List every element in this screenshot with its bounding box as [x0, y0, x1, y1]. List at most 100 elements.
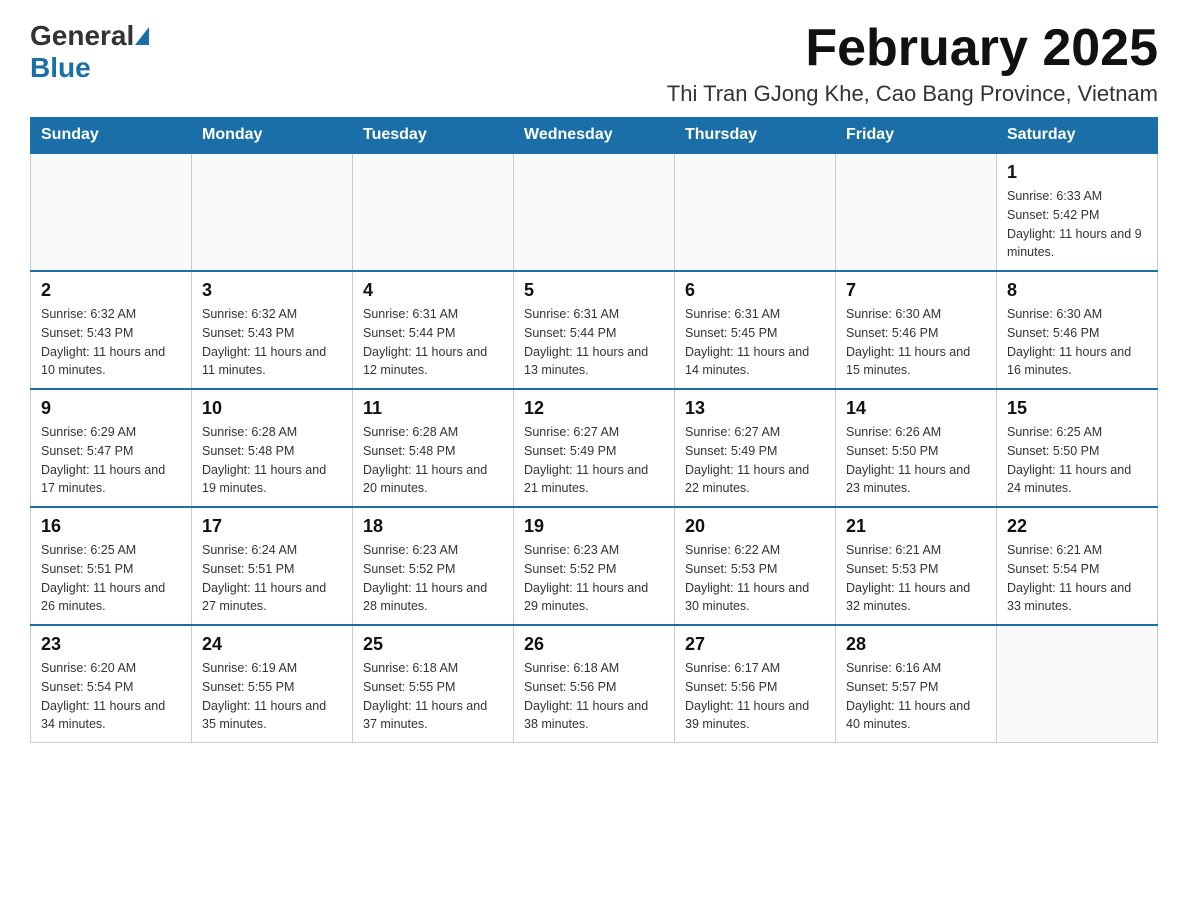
calendar-table: SundayMondayTuesdayWednesdayThursdayFrid…: [30, 117, 1158, 743]
header: General Blue February 2025 Thi Tran GJon…: [30, 20, 1158, 107]
day-number: 2: [41, 280, 181, 301]
day-info: Sunrise: 6:27 AMSunset: 5:49 PMDaylight:…: [685, 423, 825, 498]
day-number: 7: [846, 280, 986, 301]
week-row-3: 9 Sunrise: 6:29 AMSunset: 5:47 PMDaylight…: [31, 389, 1158, 507]
calendar-cell: 27 Sunrise: 6:17 AMSunset: 5:56 PMDayligh…: [675, 625, 836, 743]
week-row-5: 23 Sunrise: 6:20 AMSunset: 5:54 PMDayligh…: [31, 625, 1158, 743]
calendar-cell: 18 Sunrise: 6:23 AMSunset: 5:52 PMDayligh…: [353, 507, 514, 625]
day-number: 20: [685, 516, 825, 537]
day-number: 26: [524, 634, 664, 655]
day-info: Sunrise: 6:29 AMSunset: 5:47 PMDaylight:…: [41, 423, 181, 498]
calendar-cell: [997, 625, 1158, 743]
day-number: 16: [41, 516, 181, 537]
weekday-header-tuesday: Tuesday: [353, 118, 514, 154]
day-info: Sunrise: 6:32 AMSunset: 5:43 PMDaylight:…: [202, 305, 342, 380]
day-info: Sunrise: 6:24 AMSunset: 5:51 PMDaylight:…: [202, 541, 342, 616]
weekday-header-sunday: Sunday: [31, 118, 192, 154]
day-number: 22: [1007, 516, 1147, 537]
calendar-cell: [514, 153, 675, 271]
day-info: Sunrise: 6:21 AMSunset: 5:53 PMDaylight:…: [846, 541, 986, 616]
subtitle: Thi Tran GJong Khe, Cao Bang Province, V…: [667, 81, 1158, 107]
day-number: 11: [363, 398, 503, 419]
day-info: Sunrise: 6:23 AMSunset: 5:52 PMDaylight:…: [524, 541, 664, 616]
calendar-cell: 26 Sunrise: 6:18 AMSunset: 5:56 PMDayligh…: [514, 625, 675, 743]
day-info: Sunrise: 6:25 AMSunset: 5:50 PMDaylight:…: [1007, 423, 1147, 498]
logo-triangle-icon: [135, 27, 149, 45]
day-number: 25: [363, 634, 503, 655]
day-number: 24: [202, 634, 342, 655]
calendar-cell: 17Sunrise: 6:24 AMSunset: 5:51 PMDayligh…: [192, 507, 353, 625]
day-number: 8: [1007, 280, 1147, 301]
day-number: 19: [524, 516, 664, 537]
day-info: Sunrise: 6:20 AMSunset: 5:54 PMDaylight:…: [41, 659, 181, 734]
calendar-cell: 11Sunrise: 6:28 AMSunset: 5:48 PMDayligh…: [353, 389, 514, 507]
calendar-cell: 22 Sunrise: 6:21 AMSunset: 5:54 PMDayligh…: [997, 507, 1158, 625]
day-number: 4: [363, 280, 503, 301]
calendar-cell: 20 Sunrise: 6:22 AMSunset: 5:53 PMDayligh…: [675, 507, 836, 625]
day-info: Sunrise: 6:26 AMSunset: 5:50 PMDaylight:…: [846, 423, 986, 498]
calendar-cell: 2Sunrise: 6:32 AMSunset: 5:43 PMDaylight…: [31, 271, 192, 389]
day-number: 28: [846, 634, 986, 655]
calendar-cell: 13Sunrise: 6:27 AMSunset: 5:49 PMDayligh…: [675, 389, 836, 507]
calendar-cell: [192, 153, 353, 271]
day-number: 6: [685, 280, 825, 301]
day-info: Sunrise: 6:23 AMSunset: 5:52 PMDaylight:…: [363, 541, 503, 616]
day-number: 14: [846, 398, 986, 419]
calendar-cell: 10Sunrise: 6:28 AMSunset: 5:48 PMDayligh…: [192, 389, 353, 507]
day-info: Sunrise: 6:33 AMSunset: 5:42 PMDaylight:…: [1007, 187, 1147, 262]
weekday-header-row: SundayMondayTuesdayWednesdayThursdayFrid…: [31, 118, 1158, 154]
day-number: 15: [1007, 398, 1147, 419]
weekday-header-friday: Friday: [836, 118, 997, 154]
day-number: 9: [41, 398, 181, 419]
calendar-cell: 9 Sunrise: 6:29 AMSunset: 5:47 PMDaylight…: [31, 389, 192, 507]
calendar-cell: 21 Sunrise: 6:21 AMSunset: 5:53 PMDayligh…: [836, 507, 997, 625]
day-info: Sunrise: 6:19 AMSunset: 5:55 PMDaylight:…: [202, 659, 342, 734]
day-info: Sunrise: 6:30 AMSunset: 5:46 PMDaylight:…: [1007, 305, 1147, 380]
weekday-header-wednesday: Wednesday: [514, 118, 675, 154]
calendar-cell: 8 Sunrise: 6:30 AMSunset: 5:46 PMDaylight…: [997, 271, 1158, 389]
day-info: Sunrise: 6:16 AMSunset: 5:57 PMDaylight:…: [846, 659, 986, 734]
day-number: 23: [41, 634, 181, 655]
calendar-cell: [353, 153, 514, 271]
calendar-cell: [675, 153, 836, 271]
day-number: 18: [363, 516, 503, 537]
logo-general-text: General: [30, 20, 134, 52]
calendar-cell: 23 Sunrise: 6:20 AMSunset: 5:54 PMDayligh…: [31, 625, 192, 743]
calendar-cell: 24 Sunrise: 6:19 AMSunset: 5:55 PMDayligh…: [192, 625, 353, 743]
calendar-cell: 7 Sunrise: 6:30 AMSunset: 5:46 PMDaylight…: [836, 271, 997, 389]
day-info: Sunrise: 6:17 AMSunset: 5:56 PMDaylight:…: [685, 659, 825, 734]
day-info: Sunrise: 6:25 AMSunset: 5:51 PMDaylight:…: [41, 541, 181, 616]
calendar-cell: 14 Sunrise: 6:26 AMSunset: 5:50 PMDayligh…: [836, 389, 997, 507]
day-number: 1: [1007, 162, 1147, 183]
calendar-cell: 25 Sunrise: 6:18 AMSunset: 5:55 PMDayligh…: [353, 625, 514, 743]
calendar-cell: 5 Sunrise: 6:31 AMSunset: 5:44 PMDaylight…: [514, 271, 675, 389]
week-row-4: 16 Sunrise: 6:25 AMSunset: 5:51 PMDayligh…: [31, 507, 1158, 625]
week-row-1: 1 Sunrise: 6:33 AMSunset: 5:42 PMDaylight…: [31, 153, 1158, 271]
day-number: 27: [685, 634, 825, 655]
calendar-cell: 3 Sunrise: 6:32 AMSunset: 5:43 PMDaylight…: [192, 271, 353, 389]
day-info: Sunrise: 6:31 AMSunset: 5:45 PMDaylight:…: [685, 305, 825, 380]
day-number: 21: [846, 516, 986, 537]
day-number: 5: [524, 280, 664, 301]
weekday-header-saturday: Saturday: [997, 118, 1158, 154]
calendar-cell: 15 Sunrise: 6:25 AMSunset: 5:50 PMDayligh…: [997, 389, 1158, 507]
calendar-cell: 12Sunrise: 6:27 AMSunset: 5:49 PMDayligh…: [514, 389, 675, 507]
day-info: Sunrise: 6:18 AMSunset: 5:55 PMDaylight:…: [363, 659, 503, 734]
calendar-cell: [836, 153, 997, 271]
day-info: Sunrise: 6:21 AMSunset: 5:54 PMDaylight:…: [1007, 541, 1147, 616]
title-area: February 2025 Thi Tran GJong Khe, Cao Ba…: [667, 20, 1158, 107]
day-number: 12: [524, 398, 664, 419]
weekday-header-monday: Monday: [192, 118, 353, 154]
calendar-cell: 28 Sunrise: 6:16 AMSunset: 5:57 PMDayligh…: [836, 625, 997, 743]
calendar-title: February 2025: [667, 20, 1158, 77]
calendar-cell: 19 Sunrise: 6:23 AMSunset: 5:52 PMDayligh…: [514, 507, 675, 625]
day-info: Sunrise: 6:22 AMSunset: 5:53 PMDaylight:…: [685, 541, 825, 616]
day-info: Sunrise: 6:31 AMSunset: 5:44 PMDaylight:…: [524, 305, 664, 380]
day-number: 3: [202, 280, 342, 301]
calendar-cell: 16 Sunrise: 6:25 AMSunset: 5:51 PMDayligh…: [31, 507, 192, 625]
calendar-cell: 6 Sunrise: 6:31 AMSunset: 5:45 PMDaylight…: [675, 271, 836, 389]
logo: General Blue: [30, 20, 150, 84]
day-info: Sunrise: 6:28 AMSunset: 5:48 PMDaylight:…: [202, 423, 342, 498]
day-info: Sunrise: 6:18 AMSunset: 5:56 PMDaylight:…: [524, 659, 664, 734]
day-info: Sunrise: 6:30 AMSunset: 5:46 PMDaylight:…: [846, 305, 986, 380]
